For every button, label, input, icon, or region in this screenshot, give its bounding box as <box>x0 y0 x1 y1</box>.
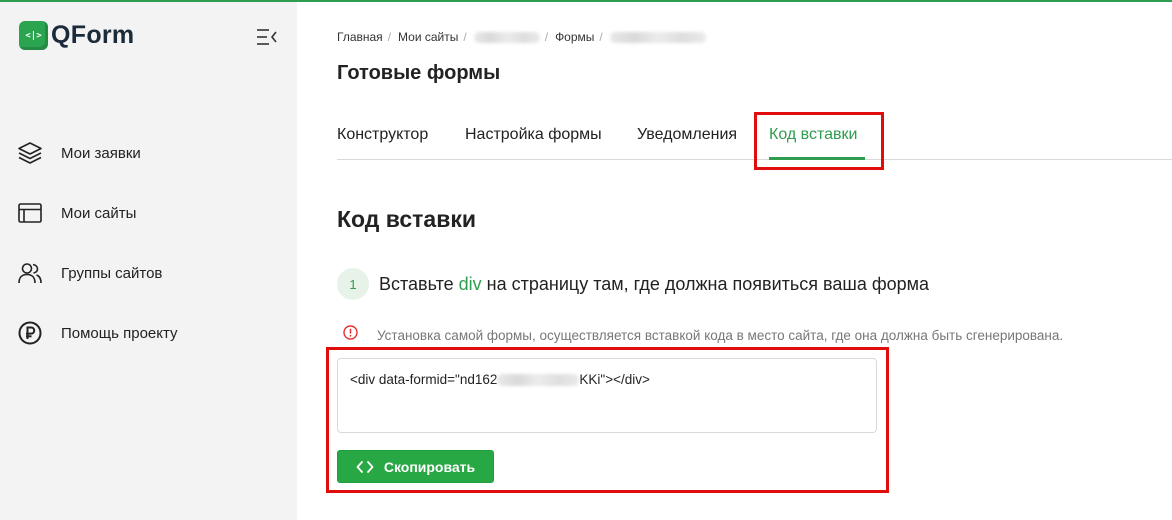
main-content: Главная / Мои сайты / / Формы / Готовые … <box>326 0 1172 520</box>
logo-icon: <|> <box>19 21 48 50</box>
breadcrumb-separator: / <box>599 30 603 44</box>
sidebar-item-requests[interactable]: Мои заявки <box>17 138 178 168</box>
sidebar-item-label: Мои заявки <box>61 144 141 162</box>
breadcrumb-site-redacted[interactable] <box>473 31 540 43</box>
breadcrumb-home[interactable]: Главная <box>337 30 383 44</box>
collapse-menu-icon[interactable] <box>255 27 279 47</box>
breadcrumb-separator: / <box>544 30 549 44</box>
sidebar-item-label: Помощь проекту <box>61 324 178 342</box>
sidebar-item-sites[interactable]: Мои сайты <box>17 198 178 228</box>
tab-notifications[interactable]: Уведомления <box>637 126 737 144</box>
sidebar: <|> QForm Мои заявки Мои сайты Группы са… <box>0 2 297 520</box>
browser-window-icon <box>17 200 43 226</box>
section-title: Код вставки <box>337 206 476 232</box>
breadcrumb-separator: / <box>463 30 467 44</box>
logo-text: QForm <box>51 21 135 49</box>
step-highlight: div <box>458 273 482 294</box>
sidebar-nav: Мои заявки Мои сайты Группы сайтов Помощ… <box>17 138 178 378</box>
logo[interactable]: <|> QForm <box>19 21 134 50</box>
users-icon <box>17 260 43 286</box>
sidebar-item-label: Мои сайты <box>61 204 137 222</box>
info-note: Установка самой формы, осуществляется вс… <box>343 325 1063 345</box>
step-instruction: Вставьте div на страницу там, где должна… <box>379 273 930 294</box>
breadcrumb-my-sites[interactable]: Мои сайты <box>398 30 458 44</box>
breadcrumb: Главная / Мои сайты / / Формы / <box>337 30 706 44</box>
info-circle-icon <box>343 325 358 345</box>
breadcrumb-separator: / <box>387 30 392 44</box>
info-note-text: Установка самой формы, осуществляется вс… <box>377 327 1064 343</box>
sidebar-item-site-groups[interactable]: Группы сайтов <box>17 258 178 288</box>
sidebar-item-label: Группы сайтов <box>61 264 163 282</box>
layers-icon <box>17 140 43 166</box>
tab-form-settings[interactable]: Настройка формы <box>465 126 602 144</box>
ruble-coin-icon <box>17 320 43 346</box>
tab-highlight-frame <box>754 112 884 170</box>
page-title: Готовые формы <box>337 62 501 84</box>
step-number-badge: 1 <box>337 268 369 300</box>
breadcrumb-form-redacted <box>609 31 706 43</box>
sidebar-item-donate[interactable]: Помощь проекту <box>17 318 178 348</box>
tab-constructor[interactable]: Конструктор <box>337 126 428 144</box>
breadcrumb-forms[interactable]: Формы <box>555 30 594 44</box>
code-highlight-frame <box>326 347 889 493</box>
step-1: 1 Вставьте div на страницу там, где долж… <box>337 268 929 300</box>
